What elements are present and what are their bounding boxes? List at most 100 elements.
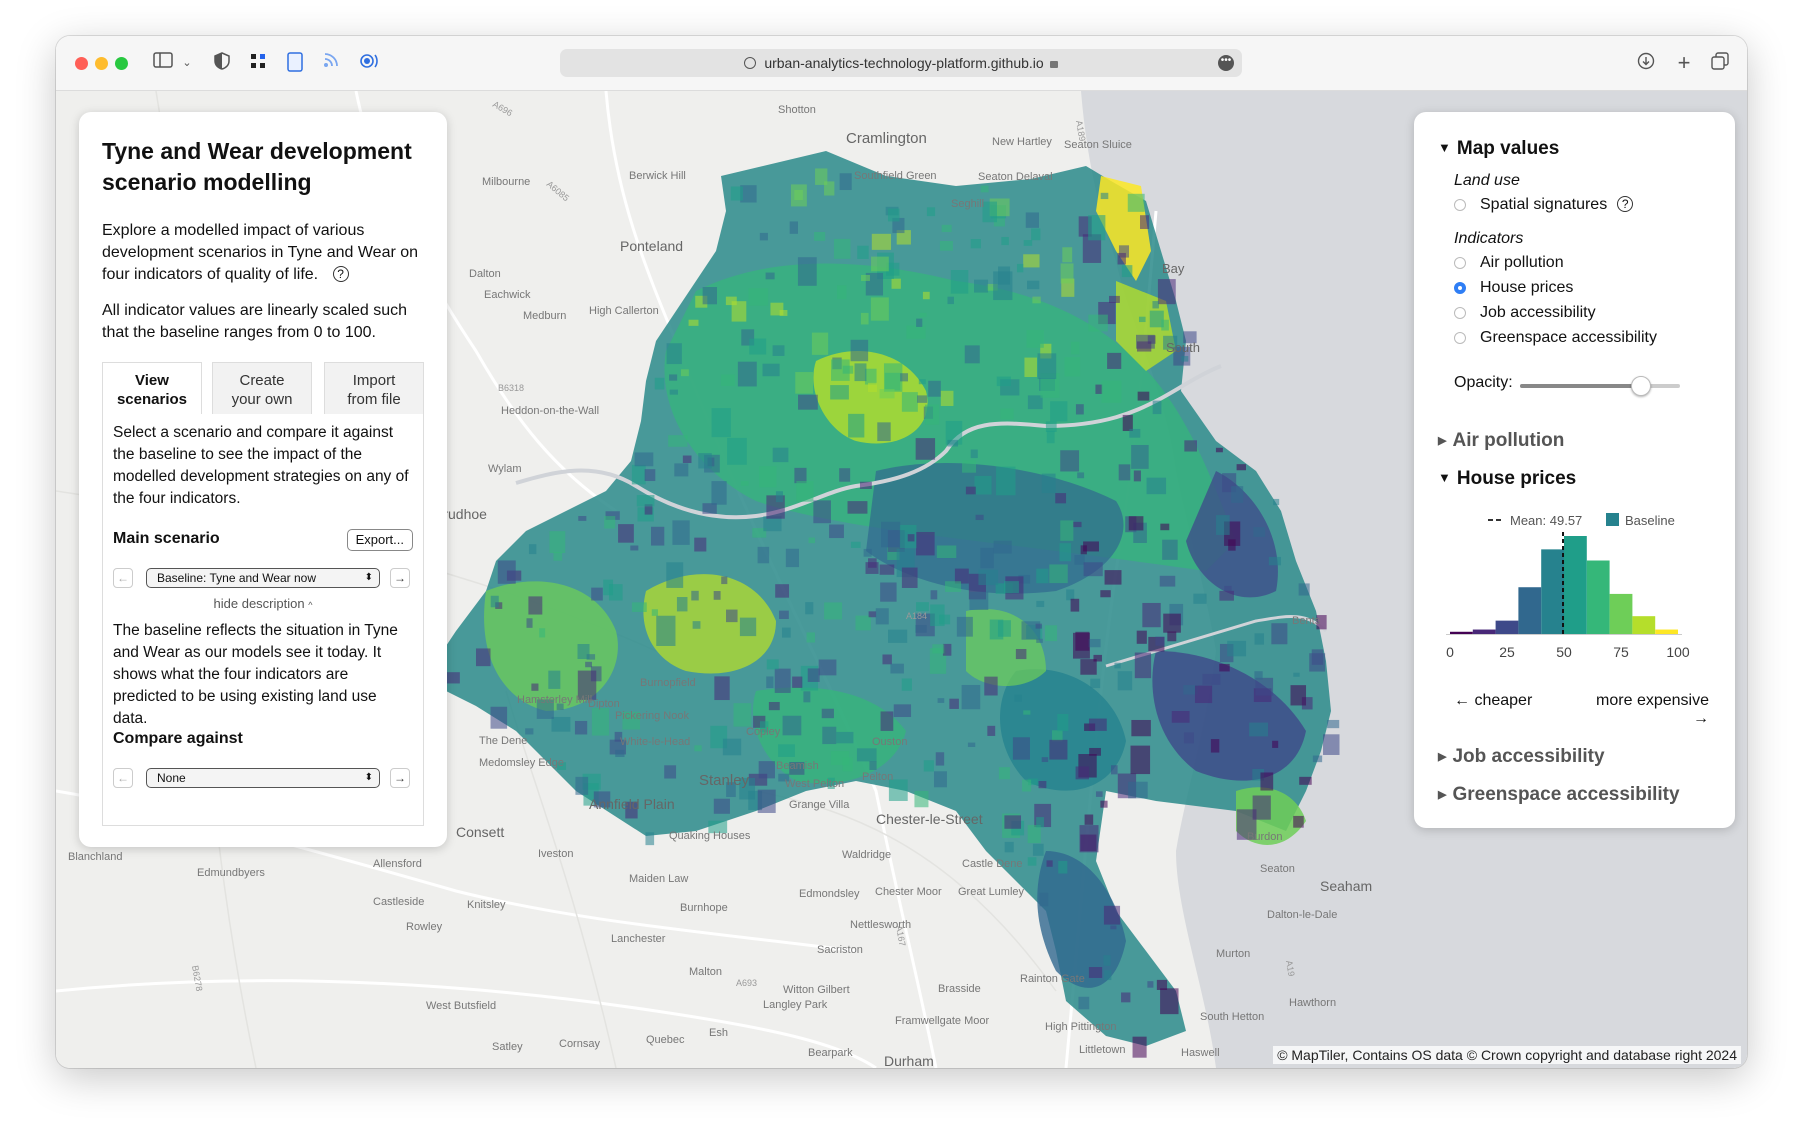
help-icon[interactable]: ? — [332, 266, 349, 282]
rss-icon[interactable] — [320, 52, 342, 74]
map-view[interactable]: Cramlington Shotton New Hartley Seaton S… — [56, 91, 1747, 1068]
choropleth-cell — [918, 379, 926, 385]
place-label: Brasside — [938, 983, 981, 995]
hide-description-link[interactable]: hide description ^ — [103, 596, 423, 611]
choropleth-cell — [551, 716, 571, 732]
map-attribution[interactable]: © MapTiler, Contains OS data © Crown cop… — [1273, 1046, 1741, 1064]
radio-label: Job accessibility — [1480, 304, 1596, 321]
choropleth-cell — [811, 332, 829, 355]
choropleth-cell — [1046, 430, 1055, 444]
road-label: A696 — [491, 99, 514, 118]
choropleth-cell — [865, 562, 879, 574]
prev-scenario-button[interactable]: ← — [113, 568, 133, 588]
zoom-window-button[interactable] — [115, 57, 128, 70]
prev-compare-button[interactable]: ← — [113, 768, 133, 788]
broadcast-icon[interactable] — [356, 52, 378, 74]
x-tick-label: 25 — [1499, 644, 1515, 660]
radio-spatial-signatures[interactable]: Spatial signatures? — [1454, 196, 1634, 216]
radio-air-pollution[interactable]: Air pollution — [1454, 254, 1564, 274]
place-label: Sacriston — [817, 944, 863, 956]
job-accessibility-toggle[interactable]: ▶ Job accessibility — [1438, 746, 1605, 768]
more-options-icon[interactable]: ••• — [1218, 55, 1234, 71]
choropleth-cell — [1070, 341, 1080, 355]
choropleth-cell — [877, 422, 891, 442]
road-label: B6278 — [190, 965, 204, 992]
legend-baseline-label: Baseline — [1625, 513, 1675, 528]
radio-button[interactable] — [1454, 199, 1466, 211]
x-tick-label: 50 — [1556, 644, 1572, 660]
tab-overview-icon[interactable] — [1709, 52, 1731, 74]
choropleth-cell — [575, 776, 589, 795]
help-icon[interactable]: ? — [1617, 196, 1634, 212]
minimize-window-button[interactable] — [95, 57, 108, 70]
globe-icon — [744, 57, 757, 69]
map-values-toggle[interactable]: ▼ Map values — [1438, 138, 1559, 160]
choropleth-cell — [970, 449, 978, 459]
choropleth-cell — [1131, 444, 1149, 469]
extension-icon[interactable] — [247, 52, 269, 74]
choropleth-cell — [930, 590, 938, 600]
choropleth-cell — [1037, 353, 1057, 380]
radio-button[interactable] — [1454, 307, 1466, 319]
opacity-slider[interactable] — [1520, 376, 1680, 396]
reader-icon[interactable] — [284, 52, 306, 74]
choropleth-cell — [634, 452, 654, 467]
choropleth-cell — [782, 715, 802, 736]
chevron-down-icon[interactable]: ⌄ — [176, 52, 198, 74]
next-scenario-button[interactable]: → — [390, 568, 410, 588]
place-label: Durham — [884, 1053, 934, 1068]
radio-button[interactable] — [1454, 332, 1466, 344]
choropleth-cell — [722, 738, 742, 756]
choropleth-cell — [868, 611, 877, 618]
choropleth-cell — [880, 711, 894, 731]
greenspace-accessibility-toggle[interactable]: ▶ Greenspace accessibility — [1438, 784, 1680, 806]
tab-view-scenarios[interactable]: View scenarios — [102, 362, 202, 414]
radio-greenspace-accessibility[interactable]: Greenspace accessibility — [1454, 329, 1657, 349]
choropleth-cell — [930, 604, 945, 627]
choropleth-cell — [1136, 630, 1147, 644]
choropleth-cell — [859, 481, 872, 489]
choropleth-cell — [779, 610, 789, 620]
compare-select[interactable]: None ⬍ — [146, 768, 380, 788]
place-label: Shotton — [778, 104, 816, 116]
choropleth-cell — [813, 500, 831, 524]
choropleth-cell — [857, 245, 869, 259]
choropleth-cell — [1128, 516, 1144, 531]
choropleth-cell — [821, 708, 834, 719]
house-prices-toggle[interactable]: ▼ House prices — [1438, 468, 1576, 490]
radio-house-prices[interactable]: House prices — [1454, 279, 1573, 299]
sidebar-toggle-icon[interactable] — [152, 52, 174, 74]
place-label: West Butsfield — [426, 1000, 496, 1012]
main-scenario-select[interactable]: Baseline: Tyne and Wear now ⬍ — [146, 568, 380, 588]
new-tab-icon[interactable]: + — [1673, 52, 1695, 74]
download-icon[interactable] — [1635, 52, 1657, 74]
next-compare-button[interactable]: → — [390, 768, 410, 788]
choropleth-cell — [1260, 772, 1274, 791]
map-values-title: Map values — [1456, 138, 1560, 159]
choropleth-cell — [1118, 464, 1131, 481]
shield-icon[interactable] — [211, 52, 233, 74]
choropleth-cell — [1253, 527, 1266, 537]
air-pollution-toggle[interactable]: ▶ Air pollution — [1438, 430, 1564, 452]
choropleth-cell — [666, 562, 684, 588]
radio-job-accessibility[interactable]: Job accessibility — [1454, 304, 1596, 324]
choropleth-cell — [1219, 590, 1234, 601]
choropleth-cell — [651, 609, 658, 616]
radio-button-selected[interactable] — [1454, 282, 1466, 294]
place-label: Seaton Delaval — [978, 171, 1053, 183]
address-bar[interactable]: urban-analytics-technology-platform.gith… — [560, 49, 1242, 77]
choropleth-cell — [998, 767, 1010, 780]
tab-import-from-file[interactable]: Import from file — [324, 362, 424, 414]
export-button[interactable]: Export... — [346, 529, 413, 551]
compare-value: None — [157, 771, 186, 785]
choropleth-cell — [1129, 428, 1141, 438]
close-window-button[interactable] — [75, 57, 88, 70]
tab-create-your-own[interactable]: Create your own — [212, 362, 312, 414]
radio-button[interactable] — [1454, 257, 1466, 269]
choropleth-cell — [497, 560, 516, 584]
opacity-slider-handle[interactable] — [1631, 376, 1651, 396]
place-label: Berwick Hill — [629, 170, 686, 182]
place-label: Burdon — [1247, 831, 1282, 843]
choropleth-cell — [759, 466, 777, 488]
place-label: Chester Moor — [875, 886, 942, 898]
